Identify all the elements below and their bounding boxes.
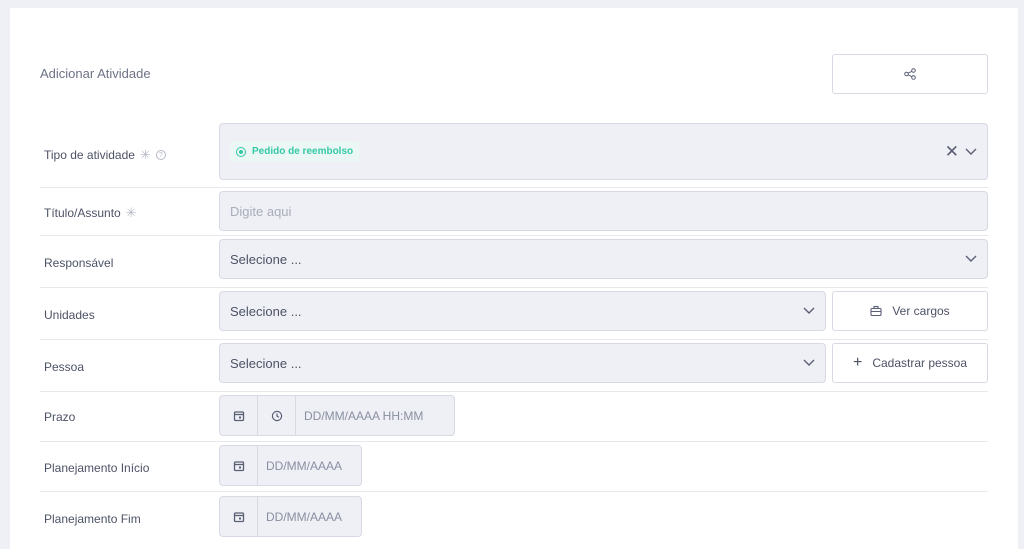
prazo-label: Prazo bbox=[44, 410, 76, 424]
planejamento-fim-placeholder: DD/MM/AAAA bbox=[266, 509, 343, 524]
row-pessoa: Pessoa Selecione ... + Cadastrar pessoa bbox=[40, 340, 988, 392]
chevron-down-icon bbox=[803, 307, 815, 314]
row-planejamento-inicio: Planejamento Início DD/MM/AAAA bbox=[40, 442, 988, 492]
calendar-button[interactable] bbox=[220, 446, 258, 485]
prazo-datetime-input[interactable]: DD/MM/AAAA HH:MM bbox=[219, 395, 455, 436]
calendar-icon bbox=[233, 511, 244, 522]
tag-dot-icon bbox=[236, 146, 246, 157]
clock-icon bbox=[271, 410, 282, 421]
chevron-down-icon[interactable] bbox=[965, 148, 977, 156]
calendar-icon bbox=[233, 410, 244, 421]
page-title: Adicionar Atividade bbox=[40, 66, 151, 81]
briefcase-icon bbox=[870, 305, 882, 317]
planejamento-inicio-input[interactable]: DD/MM/AAAA bbox=[219, 445, 362, 486]
planejamento-inicio-label: Planejamento Início bbox=[44, 461, 150, 475]
activity-type-tag-label: Pedido de reembolso bbox=[252, 146, 354, 157]
tipo-atividade-label-text: Tipo de atividade bbox=[44, 148, 135, 162]
share-icon bbox=[904, 68, 916, 80]
row-prazo: Prazo DD/MM/AAAA HH:MM bbox=[40, 392, 988, 442]
pessoa-value: Selecione ... bbox=[230, 355, 302, 371]
cadastrar-pessoa-button[interactable]: + Cadastrar pessoa bbox=[832, 343, 988, 383]
tipo-atividade-label: Tipo de atividade ✳ ? bbox=[44, 147, 166, 163]
required-icon: ✳ bbox=[139, 147, 151, 162]
planejamento-inicio-placeholder: DD/MM/AAAA bbox=[266, 458, 343, 473]
titulo-placeholder: Digite aqui bbox=[230, 203, 292, 219]
pessoa-select[interactable]: Selecione ... bbox=[219, 343, 826, 383]
titulo-input[interactable]: Digite aqui bbox=[219, 191, 988, 231]
row-responsavel: Responsável Selecione ... bbox=[40, 236, 988, 288]
activity-type-tag: Pedido de reembolso bbox=[230, 141, 360, 162]
clock-button[interactable] bbox=[258, 396, 296, 435]
help-icon[interactable]: ? bbox=[155, 150, 166, 160]
chevron-down-icon bbox=[965, 255, 977, 262]
prazo-placeholder: DD/MM/AAAA HH:MM bbox=[304, 408, 424, 423]
tipo-atividade-select[interactable]: Pedido de reembolso ✕ bbox=[219, 123, 988, 180]
cadastrar-pessoa-label: Cadastrar pessoa bbox=[872, 356, 968, 370]
ver-cargos-label: Ver cargos bbox=[892, 304, 950, 318]
row-titulo: Título/Assunto ✳ Digite aqui bbox=[40, 188, 988, 236]
share-button[interactable] bbox=[832, 54, 988, 94]
titulo-label: Título/Assunto ✳ bbox=[44, 205, 137, 221]
responsavel-value: Selecione ... bbox=[230, 251, 302, 267]
form-card: Adicionar Atividade Tipo de atividade ✳ … bbox=[10, 8, 1018, 549]
row-tipo-atividade: Tipo de atividade ✳ ? Pedido de reembols… bbox=[40, 122, 988, 188]
planejamento-fim-input[interactable]: DD/MM/AAAA bbox=[219, 496, 362, 537]
calendar-button[interactable] bbox=[220, 497, 258, 536]
responsavel-select[interactable]: Selecione ... bbox=[219, 239, 988, 279]
ver-cargos-button[interactable]: Ver cargos bbox=[832, 291, 988, 331]
responsavel-label: Responsável bbox=[44, 256, 114, 270]
unidades-value: Selecione ... bbox=[230, 303, 302, 319]
row-planejamento-fim: Planejamento Fim DD/MM/AAAA bbox=[40, 492, 988, 542]
unidades-label: Unidades bbox=[44, 308, 95, 322]
pessoa-label: Pessoa bbox=[44, 360, 85, 374]
titulo-label-text: Título/Assunto bbox=[44, 206, 121, 220]
planejamento-fim-label: Planejamento Fim bbox=[44, 512, 141, 526]
chevron-down-icon bbox=[803, 359, 815, 366]
clear-icon[interactable]: ✕ bbox=[945, 143, 959, 160]
calendar-button[interactable] bbox=[220, 396, 258, 435]
required-icon: ✳ bbox=[125, 205, 137, 220]
row-unidades: Unidades Selecione ... Ver cargos bbox=[40, 288, 988, 340]
calendar-icon bbox=[233, 460, 244, 471]
plus-icon: + bbox=[852, 354, 863, 371]
unidades-select[interactable]: Selecione ... bbox=[219, 291, 826, 331]
